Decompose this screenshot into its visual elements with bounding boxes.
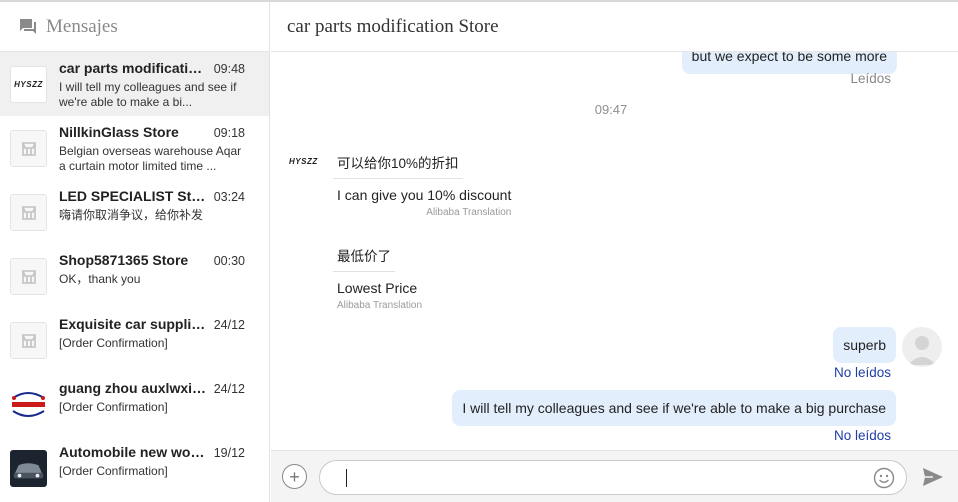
store-logo-avatar: HYSZZ [289, 157, 318, 166]
incoming-message: 最低价了 Lowest Price Alibaba Translation [333, 241, 426, 311]
conversation-time: 19/12 [213, 446, 245, 460]
outgoing-message: I will tell my colleagues and see if we'… [452, 390, 896, 426]
conversation-item[interactable]: HYSZZ car parts modification Store 09:48… [0, 52, 269, 116]
conversation-name: Exquisite car supplies Store [59, 316, 209, 332]
translation-credit: Alibaba Translation [426, 207, 512, 218]
brand-logo-icon [10, 386, 47, 423]
translation-credit: Alibaba Translation [337, 300, 423, 311]
conversation-name: car parts modification Store [59, 60, 209, 76]
messages-icon [18, 17, 38, 37]
translated-text: I can give you 10% discount [337, 187, 512, 203]
store-logo-avatar: HYSZZ [10, 66, 47, 103]
unread-status: No leídos [833, 365, 891, 380]
sidebar-header: Mensajes [0, 2, 269, 52]
conversation-preview: I will tell my colleagues and see if we'… [59, 80, 237, 109]
read-status: Leídos [850, 71, 891, 86]
conversation-time: 09:18 [213, 126, 245, 140]
conversation-sidebar: Mensajes HYSZZ car parts modification St… [0, 2, 270, 502]
unread-status: No leídos [833, 428, 891, 443]
conversation-name: NillkinGlass Store [59, 124, 179, 140]
conversation-preview: [Order Confirmation] [59, 336, 168, 350]
original-text: 可以给你10%的折扣 [333, 148, 463, 179]
outgoing-message: superb [833, 327, 896, 363]
add-attachment-button[interactable]: + [282, 464, 307, 489]
conversation-preview: OK，thank you [59, 272, 141, 286]
time-separator: 09:47 [594, 102, 628, 117]
text-caret [346, 469, 347, 487]
incoming-message: 可以给你10%的折扣 I can give you 10% discount A… [333, 148, 515, 218]
conversation-name: Shop5871365 Store [59, 252, 189, 268]
chat-panel: car parts modification Store but we expe… [271, 2, 958, 502]
conversation-item[interactable]: Shop5871365 Store 00:30 OK，thank you [0, 244, 269, 308]
sidebar-title: Mensajes [46, 15, 118, 37]
conversation-name: Automobile new world Store [59, 444, 209, 460]
original-text: 最低价了 [333, 241, 395, 272]
conversation-name: LED SPECIALIST Store [59, 188, 209, 204]
conversation-preview: 嗨请你取消争议，给你补发 [59, 208, 204, 222]
conversation-item[interactable]: NillkinGlass Store 09:18 Belgian oversea… [0, 116, 269, 180]
conversation-item[interactable]: guang zhou auxlwxi Store 24/12 [Order Co… [0, 372, 269, 436]
store-icon [10, 322, 47, 359]
store-icon [10, 130, 47, 167]
conversation-name: guang zhou auxlwxi Store [59, 380, 209, 396]
conversation-preview: [Order Confirmation] [59, 464, 168, 478]
message-input-wrapper[interactable] [319, 460, 907, 495]
car-photo-icon [10, 450, 47, 487]
conversation-item[interactable]: LED SPECIALIST Store 03:24 嗨请你取消争议，给你补发 [0, 180, 269, 244]
conversation-time: 00:30 [213, 254, 245, 268]
emoji-icon[interactable] [873, 467, 895, 489]
conversation-time: 03:24 [213, 190, 245, 204]
conversation-time: 24/12 [213, 318, 245, 332]
message-input[interactable] [344, 467, 864, 489]
store-icon [10, 194, 47, 231]
message-list[interactable]: but we expect to be some more Leídos 09:… [271, 52, 958, 450]
user-avatar [902, 327, 942, 367]
conversation-item[interactable]: Exquisite car supplies Store 24/12 [Orde… [0, 308, 269, 372]
conversation-item[interactable]: Automobile new world Store 19/12 [Order … [0, 436, 269, 500]
send-icon[interactable] [922, 466, 944, 488]
message-composer: + [271, 450, 958, 502]
translated-text: Lowest Price [337, 280, 418, 296]
chat-header: car parts modification Store [271, 2, 958, 52]
conversation-preview: [Order Confirmation] [59, 400, 168, 414]
conversation-time: 09:48 [213, 62, 245, 76]
conversation-time: 24/12 [213, 382, 245, 396]
store-icon [10, 258, 47, 295]
conversation-preview: Belgian overseas warehouse Aqar a curtai… [59, 144, 242, 173]
chat-title: car parts modification Store [287, 15, 499, 37]
